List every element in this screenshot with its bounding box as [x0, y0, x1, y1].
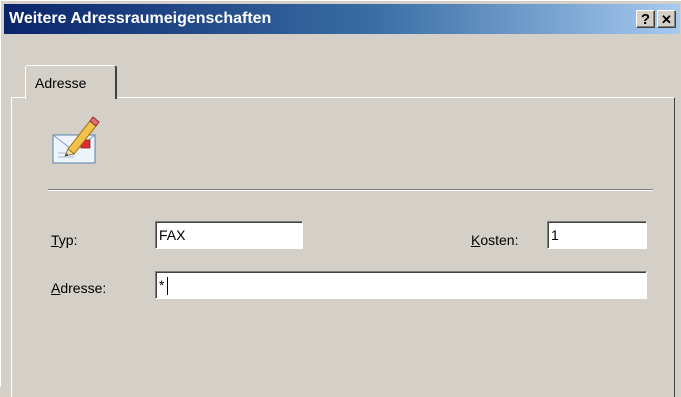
close-button[interactable]: ✕: [657, 10, 676, 28]
tab-adresse-label: Adresse: [35, 75, 87, 91]
help-button[interactable]: ?: [636, 10, 655, 28]
help-icon: ?: [640, 10, 651, 28]
title-bar[interactable]: Weitere Adressraumeigenschaften ? ✕: [4, 4, 680, 34]
dialog-window: Weitere Adressraumeigenschaften ? ✕ Adre…: [0, 0, 681, 397]
tab-adresse[interactable]: Adresse: [25, 65, 117, 99]
window-title: Weitere Adressraumeigenschaften: [9, 10, 272, 27]
close-icon: ✕: [661, 11, 672, 27]
tab-panel: [11, 97, 675, 397]
